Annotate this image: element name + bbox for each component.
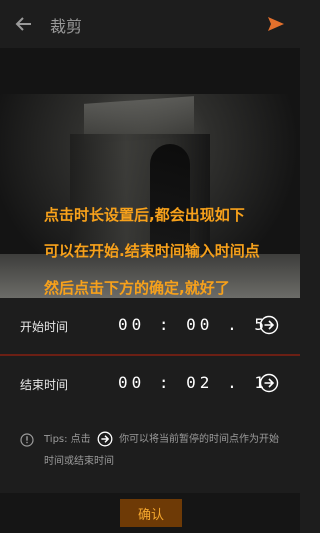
end-time-label: 结束时间 [20, 378, 69, 392]
send-button[interactable] [264, 12, 288, 36]
end-time-value[interactable]: 00 : 02 . 1 [118, 373, 268, 392]
send-icon [268, 17, 284, 31]
confirm-button[interactable]: 确认 [120, 499, 182, 527]
preview-top-band [0, 48, 300, 94]
video-preview[interactable] [0, 94, 300, 299]
page-title: 裁剪 [50, 17, 83, 36]
overlay-caption-line: 然后点击下方的确定,就好了 [44, 279, 230, 297]
start-time-value[interactable]: 00 : 00 . 5 [118, 315, 268, 334]
start-time-row: 开始时间 00 : 00 . 5 [0, 298, 300, 354]
end-time-row: 结束时间 00 : 02 . 1 [0, 356, 300, 412]
set-end-arrow-icon[interactable] [259, 373, 279, 393]
tips-prefix: Tips: 点击 [44, 434, 91, 445]
info-icon [20, 433, 34, 447]
overlay-caption-line: 点击时长设置后,都会出现如下 [44, 206, 245, 224]
start-time-label: 开始时间 [20, 320, 69, 334]
back-button[interactable] [12, 12, 36, 36]
arrow-circle-icon [97, 431, 113, 447]
overlay-caption-line: 可以在开始.结束时间输入时间点 [44, 242, 260, 260]
arrow-left-icon [15, 17, 31, 31]
tips-line2: 时间或结束时间 [44, 456, 114, 467]
tips-body: 你可以将当前暂停的时间点作为开始 [119, 434, 280, 445]
set-start-arrow-icon[interactable] [259, 315, 279, 335]
top-bar: 裁剪 [0, 0, 300, 48]
